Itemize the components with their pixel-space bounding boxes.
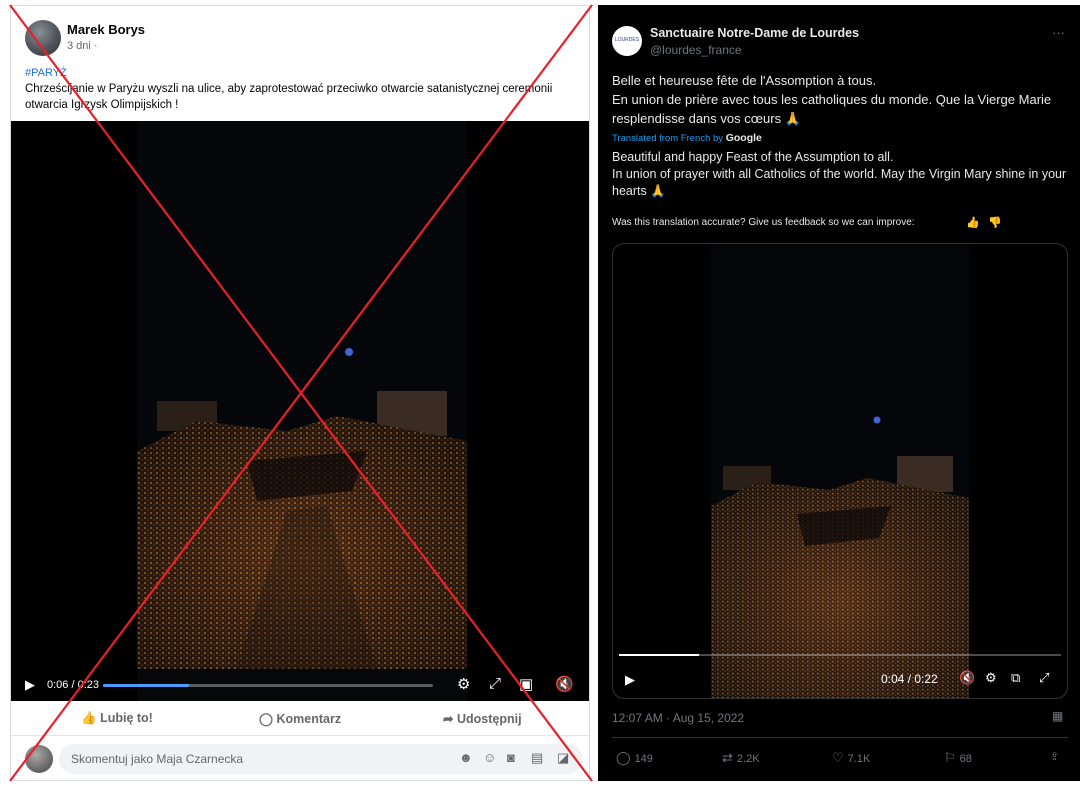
heart-icon: ♡ bbox=[832, 750, 844, 765]
author-name[interactable]: Marek Borys bbox=[67, 22, 145, 37]
tweet-timestamp[interactable]: 12:07 AM · Aug 15, 2022 bbox=[612, 711, 744, 725]
tweet-text-line-1: Belle et heureuse fête de l'Assomption à… bbox=[612, 73, 877, 88]
translated-prefix: Translated from French by bbox=[612, 133, 724, 144]
reply-icon: ◯ bbox=[616, 750, 631, 765]
author-avatar[interactable] bbox=[25, 20, 61, 56]
tweet-display-name[interactable]: Sanctuaire Notre-Dame de Lourdes bbox=[650, 26, 859, 40]
tweet-video-frame[interactable] bbox=[711, 244, 969, 698]
comment-composer: Skomentuj jako Maja Czarnecka ☻ ☺ ◙ ▤ ◪ bbox=[11, 741, 589, 779]
mute-icon[interactable]: 🔇 bbox=[555, 675, 574, 693]
reply-button[interactable]: ◯ 149 bbox=[616, 750, 653, 766]
thumbs-up-icon: 👍 bbox=[81, 711, 97, 725]
gif-icon[interactable]: ▤ bbox=[531, 750, 543, 766]
repost-button[interactable]: ⇄ 2.2K bbox=[722, 750, 760, 766]
sticker-icon[interactable]: ◪ bbox=[557, 750, 569, 766]
post-actions: 👍 Lubię to! ◯ Komentarz ➦ Udostępnij bbox=[11, 706, 589, 736]
commenter-avatar[interactable] bbox=[25, 745, 53, 773]
analytics-icon[interactable]: ▦ bbox=[1052, 709, 1063, 723]
video-frame[interactable] bbox=[137, 121, 467, 701]
pip-icon[interactable]: ▣ bbox=[519, 675, 533, 693]
post-header: Marek Borys 3 dni · bbox=[11, 6, 589, 66]
translation-line-1: Beautiful and happy Feast of the Assumpt… bbox=[612, 150, 894, 164]
tweet-video-progress-bar[interactable] bbox=[619, 654, 1061, 656]
video-player[interactable]: ▶ 0:06 / 0:23 ⚙ ⤢ ▣ 🔇 bbox=[11, 121, 589, 701]
divider bbox=[612, 737, 1068, 738]
thumbs-down-icon[interactable]: 👎 bbox=[988, 216, 1002, 229]
share-icon: ➦ bbox=[443, 712, 454, 726]
share-label: Udostępnij bbox=[456, 712, 522, 726]
like-button[interactable]: 👍 Lubię to! bbox=[81, 711, 153, 726]
bookmark-button[interactable]: ⚐ 68 bbox=[944, 750, 972, 766]
share-icon[interactable]: ⇪ bbox=[1050, 750, 1059, 763]
comment-icon: ◯ bbox=[259, 712, 273, 726]
share-button[interactable]: ➦ Udostępnij bbox=[443, 711, 522, 726]
bookmark-icon: ⚐ bbox=[944, 750, 956, 765]
thumbs-up-icon[interactable]: 👍 bbox=[966, 216, 980, 229]
tweet: LOURDES Sanctuaire Notre-Dame de Lourdes… bbox=[598, 5, 1080, 781]
comment-placeholder: Skomentuj jako Maja Czarnecka bbox=[71, 752, 244, 766]
comment-label: Komentarz bbox=[276, 712, 342, 726]
like-count: 7.1K bbox=[847, 753, 871, 765]
tweet-candlelight-image bbox=[711, 244, 969, 698]
tweet-avatar[interactable]: LOURDES bbox=[612, 26, 642, 56]
tweet-video-player[interactable]: ▶ 0:04 / 0:22 🔇 ⚙ ⧉ ⤢ bbox=[612, 243, 1068, 699]
expand-icon[interactable]: ⤢ bbox=[489, 675, 501, 692]
post-time[interactable]: 3 dni · bbox=[67, 40, 98, 52]
comparison-screenshot: Marek Borys 3 dni · #PARYŻ Chrześcijanie… bbox=[0, 0, 1085, 786]
translation-feedback-prompt: Was this translation accurate? Give us f… bbox=[612, 217, 915, 228]
translated-text: Beautiful and happy Feast of the Assumpt… bbox=[612, 149, 1070, 200]
translation-attribution: Translated from French by Google bbox=[612, 132, 762, 144]
emoji-icon[interactable]: ☺ bbox=[483, 750, 496, 765]
google-logo: Google bbox=[725, 132, 762, 144]
video-progress-bar[interactable] bbox=[103, 684, 433, 687]
reply-count: 149 bbox=[634, 753, 653, 765]
repost-icon: ⇄ bbox=[722, 750, 733, 765]
like-label: Lubię to! bbox=[100, 711, 153, 725]
more-options-icon[interactable]: ··· bbox=[1052, 25, 1065, 40]
fullscreen-icon[interactable]: ⤢ bbox=[1039, 670, 1049, 686]
video-controls: ▶ 0:06 / 0:23 ⚙ ⤢ ▣ 🔇 bbox=[11, 669, 589, 701]
comment-input[interactable]: Skomentuj jako Maja Czarnecka ☻ ☺ ◙ ▤ ◪ bbox=[59, 744, 583, 774]
tweet-handle[interactable]: @lourdes_france bbox=[650, 43, 742, 57]
video-progress-fill bbox=[103, 684, 189, 687]
avatar-logo-text: LOURDES bbox=[614, 37, 640, 43]
translation-line-2: In union of prayer with all Catholics of… bbox=[612, 167, 1067, 198]
tweet-text-line-2: En union de prière avec tous les catholi… bbox=[612, 92, 1052, 126]
tweet-video-progress-fill bbox=[619, 654, 699, 656]
gear-icon[interactable]: ⚙ bbox=[985, 670, 997, 686]
hashtag-link[interactable]: #PARYŻ bbox=[25, 67, 67, 79]
candlelight-crowd-image bbox=[137, 121, 467, 669]
gear-icon[interactable]: ⚙ bbox=[457, 675, 470, 693]
tweet-text: Belle et heureuse fête de l'Assomption à… bbox=[612, 71, 1070, 128]
play-icon[interactable]: ▶ bbox=[625, 672, 635, 688]
tweet-video-timecode: 0:04 / 0:22 bbox=[881, 672, 938, 686]
play-icon[interactable]: ▶ bbox=[25, 677, 35, 693]
bookmark-count: 68 bbox=[959, 753, 972, 765]
post-text: Chrześcijanie w Paryżu wyszli na ulice, … bbox=[25, 83, 553, 111]
camera-icon[interactable]: ◙ bbox=[507, 750, 515, 765]
like-button[interactable]: ♡ 7.1K bbox=[832, 750, 870, 766]
comment-button[interactable]: ◯ Komentarz bbox=[259, 711, 341, 726]
pip-icon[interactable]: ⧉ bbox=[1011, 670, 1020, 686]
avatar-sticker-icon[interactable]: ☻ bbox=[459, 750, 473, 765]
mute-icon[interactable]: 🔇 bbox=[959, 670, 975, 686]
video-timecode: 0:06 / 0:23 bbox=[47, 679, 99, 691]
facebook-post: Marek Borys 3 dni · #PARYŻ Chrześcijanie… bbox=[10, 5, 590, 781]
repost-count: 2.2K bbox=[736, 753, 760, 765]
